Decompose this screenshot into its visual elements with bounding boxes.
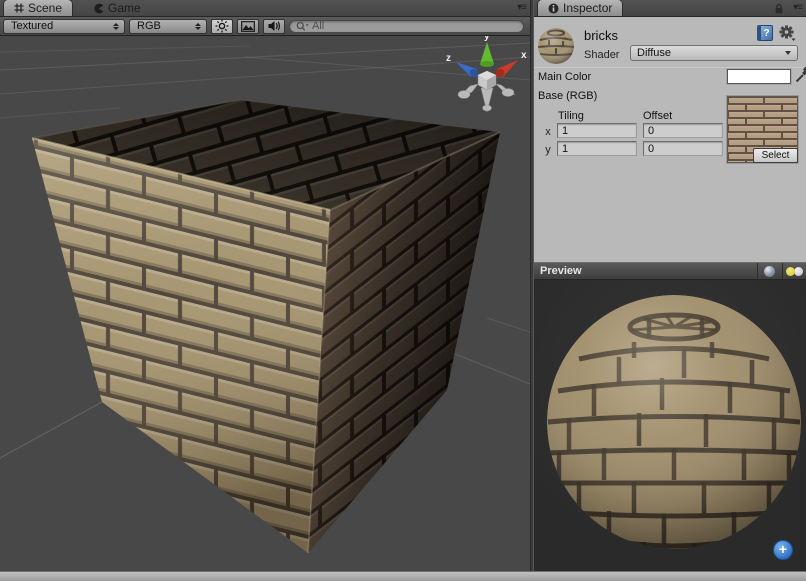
preview-body[interactable]: + — [534, 280, 806, 571]
sphere-icon — [764, 266, 775, 277]
scene-panel: Scene Game ▾≡ Textured RGB — [0, 0, 530, 571]
scene-toolbar: Textured RGB — [0, 17, 530, 36]
lighting-icon — [786, 267, 803, 277]
shader-label: Shader — [584, 49, 619, 61]
offset-y-input[interactable] — [643, 141, 723, 156]
question-mark-icon: ? — [763, 28, 769, 39]
inspector-body: bricks Shader Diffuse ? — [534, 17, 806, 262]
offset-header: Offset — [643, 110, 672, 122]
draw-mode-value: Textured — [11, 20, 107, 32]
divider — [534, 67, 806, 68]
scene-viewport[interactable]: y x z — [0, 36, 530, 571]
gizmo-x-label: x — [521, 50, 527, 61]
material-name: bricks — [584, 28, 618, 43]
inspector-tabbar: Inspector ▾≡ — [534, 0, 806, 17]
add-button[interactable]: + — [773, 540, 793, 560]
tiling-x-input[interactable] — [557, 123, 637, 138]
render-fx-toggle-button[interactable] — [237, 19, 259, 34]
search-icon — [296, 21, 309, 32]
unity-editor-window: Scene Game ▾≡ Textured RGB — [0, 0, 806, 581]
audio-toggle-button[interactable] — [263, 19, 285, 34]
color-mode-value: RGB — [137, 20, 189, 32]
preview-title: Preview — [540, 265, 582, 277]
search-input[interactable] — [312, 20, 515, 32]
tiling-row-x-label: x — [543, 126, 553, 138]
scene-3d-view: y x z — [0, 36, 530, 571]
lighting-toggle-button[interactable] — [211, 19, 233, 34]
material-sphere-thumbnail — [537, 27, 575, 65]
tab-game[interactable]: Game — [83, 0, 151, 16]
preview-sphere — [534, 280, 806, 571]
draw-mode-dropdown[interactable]: Textured — [3, 19, 125, 34]
gizmo-z-label: z — [446, 53, 451, 64]
shader-dropdown[interactable]: Diffuse — [630, 45, 798, 61]
tiling-header: Tiling — [558, 110, 584, 122]
sun-icon — [215, 19, 229, 33]
tab-scene-label: Scene — [28, 1, 62, 15]
preview-header[interactable]: Preview — [534, 262, 806, 280]
tab-game-label: Game — [108, 1, 141, 15]
plus-icon: + — [779, 541, 787, 557]
eyedropper-icon[interactable] — [795, 67, 806, 83]
preview-model-button[interactable] — [757, 263, 781, 280]
tab-inspector-label: Inspector — [563, 1, 612, 15]
info-icon — [548, 3, 559, 14]
tab-inspector[interactable]: Inspector — [537, 0, 623, 16]
updown-arrows-icon — [195, 23, 201, 30]
preview-lighting-button[interactable] — [782, 263, 806, 280]
main-color-swatch[interactable] — [727, 69, 791, 84]
brick-cube — [32, 100, 500, 553]
tiling-y-input[interactable] — [557, 141, 637, 156]
chevron-down-icon — [785, 51, 791, 55]
right-column: Inspector ▾≡ — [534, 0, 806, 571]
inspector-panel-menu-icon[interactable]: ▾≡ — [793, 2, 802, 13]
speaker-icon — [267, 20, 281, 32]
scene-search-field[interactable] — [289, 20, 524, 33]
inspector-panel: Inspector ▾≡ — [534, 0, 806, 262]
color-mode-dropdown[interactable]: RGB — [129, 19, 207, 34]
main-color-label: Main Color — [538, 71, 591, 83]
scene-panel-menu-icon[interactable]: ▾≡ — [517, 2, 526, 13]
updown-arrows-icon — [113, 23, 119, 30]
game-pacman-icon — [93, 3, 104, 14]
tiling-row-y-label: y — [543, 144, 553, 156]
offset-x-input[interactable] — [643, 123, 723, 138]
gear-icon — [780, 26, 796, 42]
status-bar — [0, 571, 806, 581]
gear-menu-button[interactable] — [778, 25, 796, 41]
select-texture-button[interactable]: Select — [753, 148, 798, 163]
image-icon — [241, 21, 255, 32]
shader-value: Diffuse — [637, 47, 671, 59]
scene-tabbar: Scene Game ▾≡ — [0, 0, 530, 17]
tab-scene[interactable]: Scene — [3, 0, 73, 16]
help-button[interactable]: ? — [757, 25, 773, 41]
gizmo-y-label: y — [484, 36, 490, 42]
select-button-label: Select — [762, 150, 790, 161]
preview-panel: Preview — [534, 262, 806, 571]
grid-icon — [14, 3, 24, 13]
base-rgb-label: Base (RGB) — [538, 90, 597, 102]
